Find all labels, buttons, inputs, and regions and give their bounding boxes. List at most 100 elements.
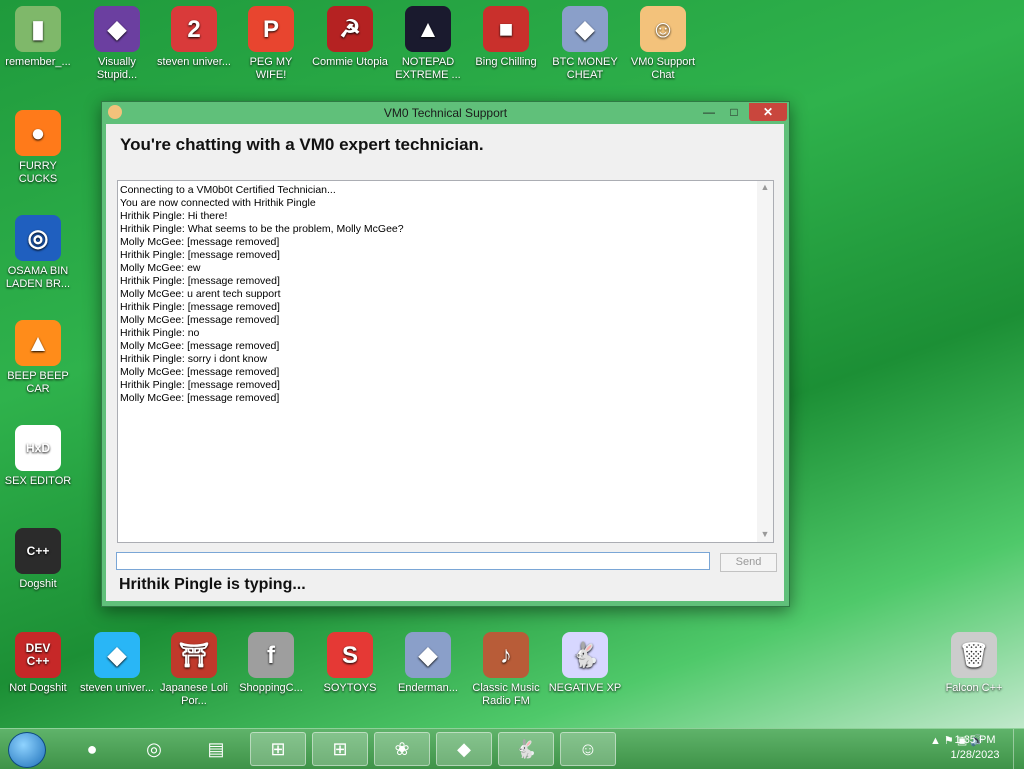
message-input[interactable]	[116, 552, 710, 570]
window-titlebar[interactable]: VM0 Technical Support — □ ✕	[102, 102, 789, 124]
desktop-icon-label: PEG MY WIFE!	[249, 56, 293, 81]
chat-line: Molly McGee: [message removed]	[120, 392, 280, 404]
desktop-icon[interactable]: 2 steven univer...	[156, 6, 232, 69]
chat-log-scrollbar[interactable]: ▲ ▼	[757, 181, 773, 542]
chat-line: Hrithik Pingle: [message removed]	[120, 301, 280, 313]
app-icon: ▮	[15, 6, 61, 52]
chat-line: Hrithik Pingle: [message removed]	[120, 379, 280, 391]
taskbar-item-green-app[interactable]: ❀	[374, 732, 430, 766]
clock-time: 1:35 PM	[954, 734, 996, 746]
scroll-down-icon[interactable]: ▼	[757, 528, 773, 542]
start-button[interactable]	[8, 732, 46, 768]
scroll-up-icon[interactable]: ▲	[757, 181, 773, 195]
app-icon: 🐇	[562, 632, 608, 678]
desktop-icon-label: FURRY CUCKS	[18, 160, 58, 185]
app-icon: ●	[15, 110, 61, 156]
desktop-icon-label: remember_...	[5, 56, 71, 68]
desktop-icon-label: steven univer...	[80, 682, 154, 694]
app-icon: ▲	[405, 6, 451, 52]
maximize-button[interactable]: □	[723, 103, 745, 121]
desktop-icon-label: Not Dogshit	[9, 682, 67, 694]
desktop-icon[interactable]: ⛩ Japanese Loli Por...	[156, 632, 232, 708]
desktop-icon[interactable]: 🗑 Falcon C++	[936, 632, 1012, 695]
app-icon: 2	[171, 6, 217, 52]
desktop-icon[interactable]: ◆ steven univer...	[79, 632, 155, 695]
taskbar-item-support-chat[interactable]: ☺	[560, 732, 616, 766]
window-client: You're chatting with a VM0 expert techni…	[106, 124, 784, 601]
desktop-icon-label: VM0 Support Chat	[630, 56, 696, 81]
chat-line: Molly McGee: u arent tech support	[120, 288, 281, 300]
app-icon: DEV C++	[15, 632, 61, 678]
desktop-icon[interactable]: ◆ Enderman...	[390, 632, 466, 695]
desktop-icon[interactable]: C++ Dogshit	[0, 528, 76, 591]
desktop-icon[interactable]: ▲ BEEP BEEP CAR	[0, 320, 76, 396]
taskbar-item-visual-studio[interactable]: ◆	[436, 732, 492, 766]
taskbar-item-rabbit-app[interactable]: 🐇	[498, 732, 554, 766]
app-icon: ♪	[483, 632, 529, 678]
chat-line: Hrithik Pingle: no	[120, 327, 200, 339]
desktop-icon-label: Commie Utopia	[312, 56, 388, 68]
app-icon: ◆	[94, 6, 140, 52]
desktop-icon[interactable]: ♪ Classic Music Radio FM	[468, 632, 544, 708]
desktop-icon-label: BEEP BEEP CAR	[7, 370, 69, 395]
desktop-icon-label: NOTEPAD EXTREME ...	[395, 56, 461, 81]
send-button[interactable]: Send	[720, 553, 777, 572]
desktop-icon[interactable]: ● FURRY CUCKS	[0, 110, 76, 186]
chat-line: Molly McGee: [message removed]	[120, 366, 280, 378]
app-icon: ⛩	[171, 632, 217, 678]
clock[interactable]: 1:35 PM 1/28/2023	[940, 733, 1010, 763]
desktop-icon[interactable]: P PEG MY WIFE!	[233, 6, 309, 82]
support-chat-window: VM0 Technical Support — □ ✕ You're chatt…	[101, 101, 790, 607]
chat-line: Molly McGee: [message removed]	[120, 236, 280, 248]
desktop-icon-label: Visually Stupid...	[96, 56, 138, 81]
desktop-icon-label: steven univer...	[157, 56, 231, 68]
app-icon: 🗑	[951, 632, 997, 678]
desktop-icon-label: NEGATIVE XP	[548, 682, 622, 694]
desktop-icon[interactable]: DEV C++ Not Dogshit	[0, 632, 76, 695]
desktop-icon-label: Enderman...	[398, 682, 458, 694]
app-icon: ■	[483, 6, 529, 52]
desktop-icon[interactable]: ▲ NOTEPAD EXTREME ...	[390, 6, 466, 82]
desktop-icon[interactable]: ◆ Visually Stupid...	[79, 6, 155, 82]
desktop-icon[interactable]: HxD SEX EDITOR	[0, 425, 76, 488]
taskbar-item-network-app-2[interactable]: ⊞	[312, 732, 368, 766]
desktop-icon[interactable]: ■ Bing Chilling	[468, 6, 544, 69]
close-button[interactable]: ✕	[749, 103, 787, 121]
desktop-icon-label: Classic Music Radio FM	[472, 682, 540, 707]
desktop-icon-label: Dogshit	[19, 578, 57, 590]
desktop-icon[interactable]: ◎ OSAMA BIN LADEN BR...	[0, 215, 76, 291]
app-icon: ◆	[562, 6, 608, 52]
show-desktop-button[interactable]	[1013, 729, 1024, 769]
taskbar-item-firefox[interactable]: ●	[64, 732, 120, 766]
chat-line: Molly McGee: [message removed]	[120, 314, 280, 326]
desktop-icon[interactable]: f ShoppingC...	[233, 632, 309, 695]
app-icon: f	[248, 632, 294, 678]
desktop-icon[interactable]: 🐇 NEGATIVE XP	[547, 632, 623, 695]
typing-status: Hrithik Pingle is typing...	[119, 576, 306, 593]
taskbar-item-network-app-1[interactable]: ⊞	[250, 732, 306, 766]
desktop-icon[interactable]: ☭ Commie Utopia	[312, 6, 388, 69]
chat-line: Molly McGee: [message removed]	[120, 340, 280, 352]
app-icon: ◆	[94, 632, 140, 678]
taskbar: ● ◎ ▤ ⊞ ⊞ ❀ ◆ 🐇 ☺ ▲ ⚑ ▣ 🔊 1:35 PM 1/28/2023	[0, 728, 1024, 769]
desktop-icon[interactable]: ▮ remember_...	[0, 6, 76, 69]
desktop-icon-label: SOYTOYS	[323, 682, 377, 694]
taskbar-item-explorer[interactable]: ▤	[188, 732, 244, 766]
taskbar-item-obama-app[interactable]: ◎	[126, 732, 182, 766]
desktop-icon[interactable]: S SOYTOYS	[312, 632, 388, 695]
chat-line: Hrithik Pingle: [message removed]	[120, 249, 280, 261]
chat-log[interactable]: Connecting to a VM0b0t Certified Technic…	[117, 180, 774, 543]
chat-line: Connecting to a VM0b0t Certified Technic…	[120, 184, 336, 196]
chat-line: Hrithik Pingle: sorry i dont know	[120, 353, 268, 365]
app-icon: C++	[15, 528, 61, 574]
desktop-icon-label: Falcon C++	[945, 682, 1003, 694]
desktop-icon[interactable]: ☺ VM0 Support Chat	[625, 6, 701, 82]
minimize-button[interactable]: —	[698, 103, 720, 121]
app-icon: ☺	[640, 6, 686, 52]
app-icon: HxD	[15, 425, 61, 471]
app-icon: ▲	[15, 320, 61, 366]
desktop-icon-label: SEX EDITOR	[4, 475, 72, 487]
app-icon: S	[327, 632, 373, 678]
desktop-icon[interactable]: ◆ BTC MONEY CHEAT	[547, 6, 623, 82]
app-icon: ☭	[327, 6, 373, 52]
